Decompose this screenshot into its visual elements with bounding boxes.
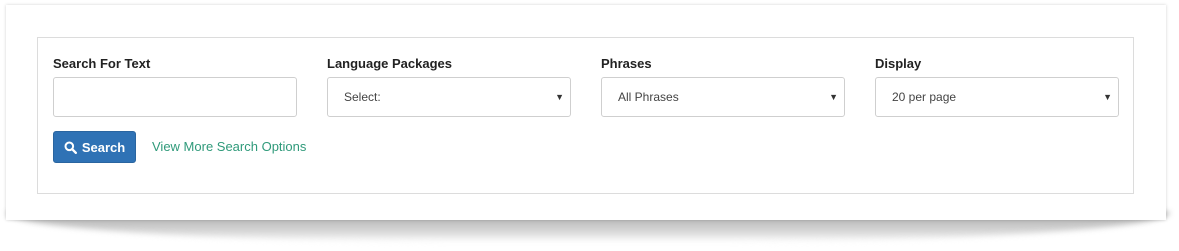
phrases-field: Phrases All Phrases ▼ (601, 55, 845, 117)
view-more-search-options-link[interactable]: View More Search Options (152, 139, 306, 154)
search-card: Search For Text Language Packages Select… (6, 5, 1166, 220)
phrases-select[interactable]: All Phrases ▼ (601, 77, 845, 117)
search-text-label: Search For Text (53, 56, 151, 71)
display-field: Display 20 per page ▼ (875, 55, 1119, 117)
caret-down-icon: ▼ (1103, 92, 1112, 102)
display-select[interactable]: 20 per page ▼ (875, 77, 1119, 117)
search-text-input[interactable] (53, 77, 297, 117)
phrases-selected: All Phrases (618, 90, 679, 104)
caret-down-icon: ▼ (829, 92, 838, 102)
language-packages-field: Language Packages Select: ▼ (327, 55, 571, 117)
search-button[interactable]: Search (53, 131, 136, 163)
language-packages-label: Language Packages (327, 56, 452, 71)
search-button-label: Search (81, 139, 126, 155)
screenshot-canvas: Search For Text Language Packages Select… (0, 0, 1179, 251)
language-packages-select[interactable]: Select: ▼ (327, 77, 571, 117)
language-packages-selected: Select: (344, 90, 381, 104)
caret-down-icon: ▼ (555, 92, 564, 102)
display-label: Display (875, 56, 922, 71)
display-selected: 20 per page (892, 90, 957, 104)
search-form-panel: Search For Text Language Packages Select… (37, 37, 1134, 194)
search-text-field: Search For Text (53, 55, 297, 117)
phrases-label: Phrases (601, 56, 652, 71)
search-icon (64, 141, 77, 154)
